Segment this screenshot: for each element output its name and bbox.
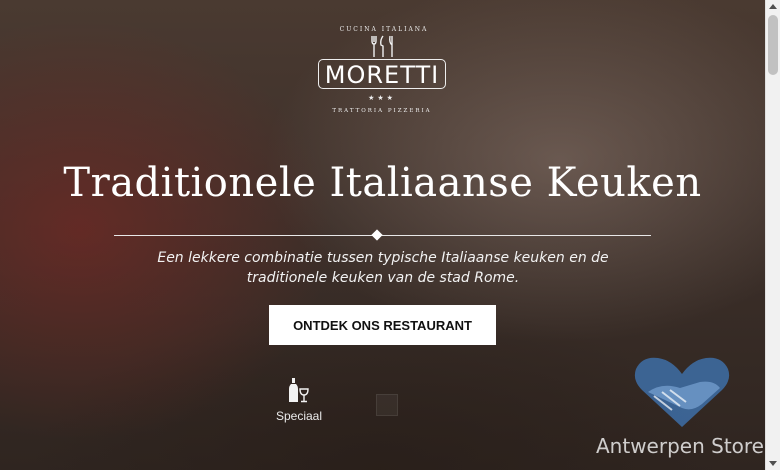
scroll-up-arrow-icon[interactable] (769, 4, 777, 9)
restaurant-logo[interactable]: CUCINA ITALIANA MORETTI ★★★ TRATTORIA PI… (314, 22, 454, 118)
cutlery-icon (371, 35, 393, 57)
page-scrollbar[interactable] (765, 0, 780, 470)
antwerpen-store-watermark: Antwerpen Store (592, 352, 768, 468)
feature-speciaal[interactable]: Speciaal (266, 377, 332, 423)
scroll-thumb[interactable] (768, 15, 778, 75)
logo-name: MORETTI (324, 61, 440, 89)
wine-bottle-glass-icon (289, 378, 309, 403)
logo-tagline-bottom: TRATTORIA PIZZERIA (332, 108, 432, 114)
watermark-text: Antwerpen Store (596, 434, 764, 458)
hero-subtitle: Een lekkere combinatie tussen typische I… (157, 250, 609, 286)
logo-stars: ★★★ (368, 95, 396, 102)
faded-icon (376, 394, 398, 416)
handshake-heart-icon (634, 357, 730, 427)
hero-section: CUCINA ITALIANA MORETTI ★★★ TRATTORIA PI… (0, 0, 765, 470)
logo-tagline-top: CUCINA ITALIANA (339, 26, 429, 33)
scroll-down-arrow-icon[interactable] (769, 461, 777, 466)
hero-title: Traditionele Italiaanse Keuken (63, 160, 702, 206)
divider-diamond (371, 229, 383, 241)
feature-label: Speciaal (275, 409, 323, 423)
discover-restaurant-button[interactable]: ONTDEK ONS RESTAURANT (269, 305, 496, 345)
